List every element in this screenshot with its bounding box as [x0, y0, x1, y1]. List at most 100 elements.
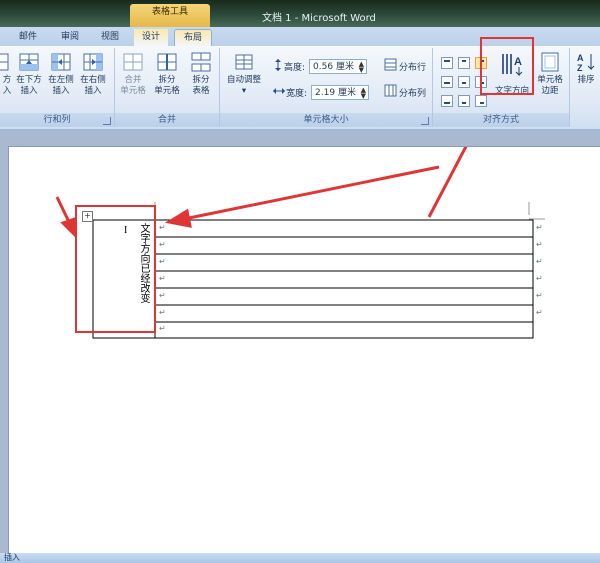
height-input[interactable]: 0.56 厘米 ▲ ▼ [309, 58, 368, 74]
insert-right-button[interactable]: 在右侧 插入 [78, 51, 108, 97]
row-end-mark: ↵ [536, 223, 543, 232]
ribbon: 方 入 在下方 插入 在左侧 插入 在右侧 插入 行和列 合并 单元格 拆分 单… [0, 37, 600, 130]
align-top-left-icon[interactable] [441, 57, 453, 69]
autofit-icon [233, 51, 255, 73]
width-icon [272, 85, 286, 100]
align-middle-left-icon[interactable] [441, 76, 453, 88]
align-top-center-icon[interactable] [458, 57, 470, 69]
svg-text:A: A [577, 53, 584, 63]
split-cells-icon [156, 51, 178, 73]
cell-mark: ↵ [159, 291, 166, 300]
autofit-label: 自动调整 [226, 75, 261, 85]
width-spinner-icon[interactable]: ▲ ▼ [361, 86, 366, 99]
title-bar: 表格工具 文档 1 - Microsoft Word [0, 0, 600, 27]
document-page[interactable]: + I 文字方向已经改变 ↵ ↵ ↵ ↵ ↵ ↵ ↵ ↵ ↵ ↵ ↵ ↵ ↵ [8, 146, 600, 554]
cell-margins-label-2: 边距 [541, 86, 559, 96]
width-input[interactable]: 2.19 厘米 ▲ ▼ [311, 84, 370, 100]
split-table-label-1: 拆分 [192, 75, 210, 85]
sort-label: 排序 [577, 75, 595, 85]
insert-left-icon [50, 51, 72, 73]
cell-mark: ↵ [159, 257, 166, 266]
cell-size-group: 自动调整 ▾ 高度: 0.56 厘米 ▲ ▼ 宽度: 2.19 厘米 ▲ ▼ 分… [220, 48, 433, 127]
cell-size-group-label: 单元格大小 [220, 113, 432, 127]
insert-right-icon [82, 51, 104, 73]
merge-cells-label-1: 合并 [124, 75, 142, 85]
row-end-mark: ↵ [536, 308, 543, 317]
distribute-rows-label: 分布行 [399, 62, 427, 73]
merge-group-label: 合并 [115, 113, 219, 127]
height-label: 高度: [284, 62, 306, 73]
cell-mark: ↵ [159, 308, 166, 317]
cell-margins-button[interactable]: 单元格 边距 [533, 51, 567, 97]
align-bottom-center-icon[interactable] [458, 95, 470, 107]
width-label: 宽度: [286, 88, 308, 99]
cell-mark: ↵ [159, 324, 166, 333]
rows-columns-group: 方 入 在下方 插入 在左侧 插入 在右侧 插入 行和列 [0, 48, 115, 127]
cell-mark: ↵ [159, 274, 166, 283]
merge-cells-label-2: 单元格 [120, 86, 146, 96]
tab-review[interactable]: 审阅 [54, 29, 86, 46]
alignment-group-label: 对齐方式 [433, 113, 569, 127]
insert-right-label-2: 插入 [84, 86, 102, 96]
split-cells-button[interactable]: 拆分 单元格 [151, 51, 183, 97]
merge-cells-button[interactable]: 合并 单元格 [117, 51, 149, 97]
align-bottom-left-icon[interactable] [441, 95, 453, 107]
status-bar: 插入 [0, 553, 600, 563]
height-icon [272, 58, 284, 75]
cell-margins-icon [539, 51, 561, 73]
cell-margins-label-1: 单元格 [537, 75, 563, 85]
row-end-mark: ↵ [536, 274, 543, 283]
svg-text:Z: Z [577, 63, 583, 73]
insert-below-label-1: 在下方 [16, 75, 42, 85]
height-spinner-icon[interactable]: ▲ ▼ [359, 60, 364, 73]
cell-mark: ↵ [159, 223, 166, 232]
document-area: + I 文字方向已经改变 ↵ ↵ ↵ ↵ ↵ ↵ ↵ ↵ ↵ ↵ ↵ ↵ ↵ [0, 130, 600, 554]
distribute-cols-label: 分布列 [399, 88, 427, 99]
cell-size-launcher-icon[interactable] [421, 117, 429, 125]
align-middle-center-icon[interactable] [458, 76, 470, 88]
tab-layout[interactable]: 布局 [174, 29, 212, 47]
distribute-rows-icon [384, 58, 397, 74]
sort-icon: AZ [575, 51, 597, 73]
distribute-rows-button[interactable]: 分布行 [384, 56, 426, 76]
insert-below-icon [18, 51, 40, 73]
tab-mailings[interactable]: 邮件 [12, 29, 44, 46]
insert-below-label-2: 插入 [20, 86, 38, 96]
row-end-mark: ↵ [536, 257, 543, 266]
tab-view[interactable]: 视图 [94, 29, 126, 46]
split-cells-label-1: 拆分 [158, 75, 176, 85]
insert-left-label-2: 插入 [52, 86, 70, 96]
rows-columns-launcher-icon[interactable] [103, 117, 111, 125]
merge-cells-icon [122, 51, 144, 73]
split-table-label-2: 表格 [192, 86, 210, 96]
height-row: 高度: 0.56 厘米 ▲ ▼ [272, 56, 368, 76]
table-tools-header: 表格工具 [130, 4, 210, 27]
cell-mark: ↵ [159, 240, 166, 249]
sort-button[interactable]: AZ 排序 [574, 51, 598, 86]
split-table-icon [190, 51, 212, 73]
height-value: 0.56 厘米 [313, 61, 354, 72]
vertical-text-highlight [75, 205, 156, 333]
autofit-dropdown-icon: ▾ [241, 86, 247, 96]
distribute-cols-button[interactable]: 分布列 [384, 82, 426, 102]
width-row: 宽度: 2.19 厘米 ▲ ▼ [272, 82, 370, 102]
distribute-cols-icon [384, 84, 397, 100]
width-value: 2.19 厘米 [315, 87, 356, 98]
split-table-button[interactable]: 拆分 表格 [185, 51, 217, 97]
insert-left-button[interactable]: 在左侧 插入 [46, 51, 76, 97]
window-title: 文档 1 - Microsoft Word [262, 13, 376, 24]
insert-right-label-1: 在右侧 [80, 75, 106, 85]
word-window: 表格工具 文档 1 - Microsoft Word 邮件 审阅 视图 设计 布… [0, 0, 600, 563]
tab-design[interactable]: 设计 [134, 29, 168, 46]
insert-mode-indicator[interactable]: 插入 [4, 553, 20, 562]
insert-below-button[interactable]: 在下方 插入 [14, 51, 44, 97]
merge-group: 合并 单元格 拆分 单元格 拆分 表格 合并 [115, 48, 220, 127]
align-bottom-right-icon[interactable] [475, 95, 487, 107]
data-group: AZ 排序 [570, 48, 600, 127]
row-end-mark: ↵ [536, 240, 543, 249]
autofit-button[interactable]: 自动调整 ▾ [224, 51, 264, 97]
row-end-mark: ↵ [536, 291, 543, 300]
text-direction-highlight [480, 37, 534, 95]
split-cells-label-2: 单元格 [154, 86, 180, 96]
insert-left-label-1: 在左侧 [48, 75, 74, 85]
